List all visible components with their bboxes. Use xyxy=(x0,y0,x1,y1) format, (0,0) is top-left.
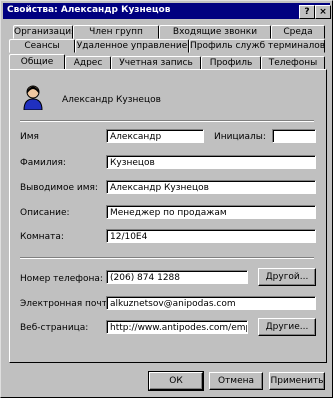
phone-label: Номер телефона: xyxy=(20,274,103,284)
close-button[interactable]: × xyxy=(315,5,331,19)
first-name-label: Имя xyxy=(20,132,39,142)
general-panel: Александр Кузнецов Имя Александр Инициал… xyxy=(9,69,327,363)
office-field[interactable]: 12/10Е4 xyxy=(106,229,316,243)
office-label: Комната: xyxy=(20,232,64,242)
cancel-button[interactable]: Отмена xyxy=(209,372,263,390)
phone-field[interactable]: (206) 874 1288 xyxy=(106,270,248,284)
tab-sessions[interactable]: Сеансы xyxy=(9,39,75,53)
tab-account[interactable]: Учетная запись xyxy=(111,56,201,70)
tab-profile[interactable]: Профиль xyxy=(201,56,261,70)
tab-address[interactable]: Адрес xyxy=(65,56,111,70)
phone-other-button[interactable]: Другой... xyxy=(258,268,316,286)
first-name-field[interactable]: Александр xyxy=(106,129,204,143)
window-title: Свойства: Александр Кузнецов xyxy=(7,5,171,15)
description-field[interactable]: Менеджер по продажам xyxy=(106,205,316,219)
separator xyxy=(20,120,314,122)
web-other-button[interactable]: Другие... xyxy=(258,318,316,336)
tab-general[interactable]: Общие xyxy=(9,54,65,69)
tab-telephones[interactable]: Телефоны xyxy=(261,56,325,70)
display-name-field[interactable]: Александр Кузнецов xyxy=(106,180,316,194)
title-bar[interactable]: Свойства: Александр Кузнецов ? × xyxy=(3,3,331,19)
apply-button[interactable]: Применить xyxy=(269,372,325,390)
web-label: Веб-страница: xyxy=(20,323,89,333)
email-field[interactable]: alkuznetsov@anipodas.com xyxy=(106,296,316,310)
tab-member-of[interactable]: Член групп xyxy=(73,25,159,39)
display-name-label: Выводимое имя: xyxy=(20,183,98,193)
last-name-label: Фамилия: xyxy=(20,158,66,168)
help-button[interactable]: ? xyxy=(299,5,315,19)
user-icon xyxy=(22,84,44,111)
description-label: Описание: xyxy=(20,208,70,218)
tab-environment[interactable]: Среда xyxy=(271,25,325,39)
email-label: Электронная почта: xyxy=(20,299,116,309)
tab-remote-control[interactable]: Удаленное управление xyxy=(75,39,189,53)
tab-dial-in[interactable]: Входящие звонки xyxy=(159,25,271,39)
ok-button[interactable]: ОК xyxy=(148,371,204,391)
display-header: Александр Кузнецов xyxy=(62,95,161,105)
properties-dialog: Свойства: Александр Кузнецов ? × Организ… xyxy=(0,0,333,398)
tab-organization[interactable]: Организация xyxy=(13,25,73,39)
tab-terminal-services-profile[interactable]: Профиль служб терминалов xyxy=(189,39,325,53)
separator xyxy=(20,257,314,259)
web-field[interactable]: http://www.antipodes.com/emplo xyxy=(106,320,248,334)
last-name-field[interactable]: Кузнецов xyxy=(106,155,316,169)
initials-field[interactable] xyxy=(272,129,316,143)
initials-label: Инициалы: xyxy=(214,132,266,142)
